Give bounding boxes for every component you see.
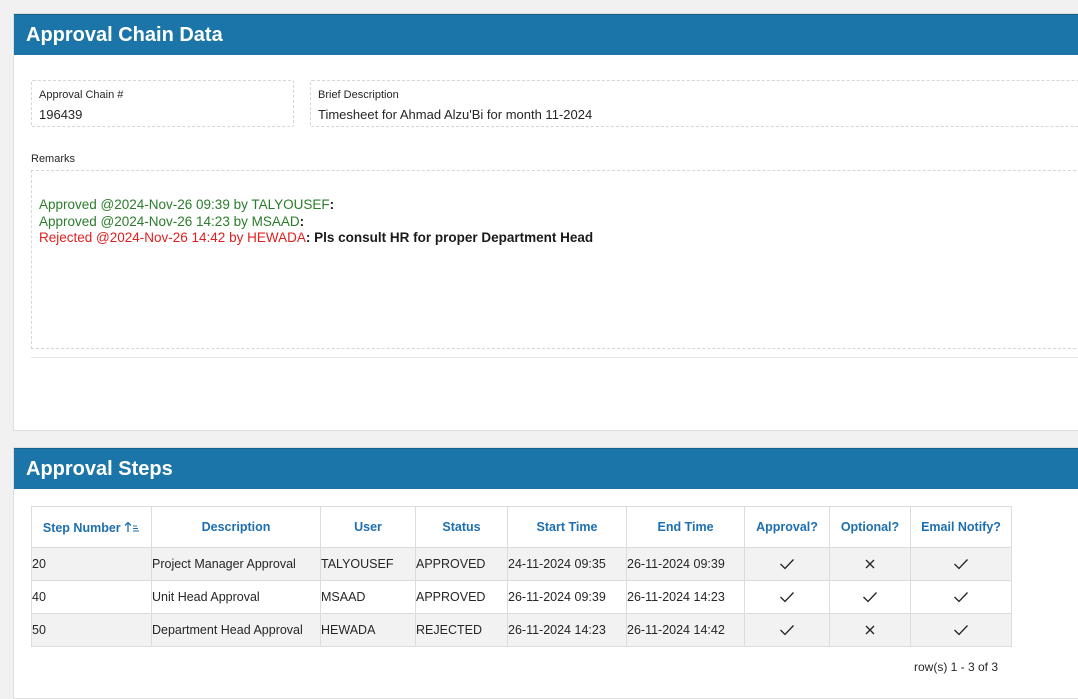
pagination-info: row(s) 1 - 3 of 3 bbox=[914, 660, 999, 674]
column-header-email-notify[interactable]: Email Notify? bbox=[910, 506, 1012, 548]
cell-end-time: 26-11-2024 14:23 bbox=[626, 580, 745, 614]
cell-optional bbox=[829, 613, 911, 647]
column-header-optional[interactable]: Optional? bbox=[829, 506, 911, 548]
cell-end-time: 26-11-2024 14:42 bbox=[626, 613, 745, 647]
check-icon bbox=[954, 625, 968, 636]
approval-chain-number-label: Approval Chain # bbox=[39, 89, 124, 101]
table-header-row: Step Number Description User Status Star… bbox=[31, 506, 1012, 548]
cross-icon bbox=[865, 625, 875, 635]
cell-optional bbox=[829, 547, 911, 581]
cell-step-number: 40 bbox=[31, 580, 152, 614]
check-icon bbox=[780, 592, 794, 603]
check-icon bbox=[863, 592, 877, 603]
approval-chain-header: Approval Chain Data bbox=[14, 14, 1078, 55]
cell-description: Department Head Approval bbox=[151, 613, 321, 647]
cell-approval bbox=[744, 580, 830, 614]
cell-step-number: 20 bbox=[31, 547, 152, 581]
cell-user: TALYOUSEF bbox=[320, 547, 416, 581]
approval-chain-number-field: Approval Chain # 196439 bbox=[31, 80, 294, 127]
column-header-status[interactable]: Status bbox=[415, 506, 508, 548]
brief-description-value: Timesheet for Ahmad Alzu'Bi for month 11… bbox=[318, 107, 593, 122]
column-header-start-time[interactable]: Start Time bbox=[507, 506, 627, 548]
brief-description-field: Brief Description Timesheet for Ahmad Al… bbox=[310, 80, 1078, 127]
sort-ascending-icon[interactable] bbox=[124, 520, 140, 535]
table-row[interactable]: 50 Department Head Approval HEWADA REJEC… bbox=[31, 613, 1012, 647]
cell-description: Unit Head Approval bbox=[151, 580, 321, 614]
cell-optional bbox=[829, 580, 911, 614]
cell-start-time: 26-11-2024 14:23 bbox=[507, 613, 627, 647]
brief-description-label: Brief Description bbox=[318, 89, 399, 101]
cross-icon bbox=[865, 559, 875, 569]
cell-status: APPROVED bbox=[415, 547, 508, 581]
cell-status: APPROVED bbox=[415, 580, 508, 614]
cell-status: REJECTED bbox=[415, 613, 508, 647]
cell-end-time: 26-11-2024 09:39 bbox=[626, 547, 745, 581]
cell-email-notify bbox=[910, 547, 1012, 581]
check-icon bbox=[780, 559, 794, 570]
column-header-approval[interactable]: Approval? bbox=[744, 506, 830, 548]
check-icon bbox=[954, 592, 968, 603]
check-icon bbox=[954, 559, 968, 570]
remarks-label: Remarks bbox=[31, 153, 76, 165]
approval-chain-number-value: 196439 bbox=[39, 107, 83, 122]
cell-start-time: 26-11-2024 09:39 bbox=[507, 580, 627, 614]
check-icon bbox=[780, 625, 794, 636]
remarks-field: Approved @2024-Nov-26 09:39 by TALYOUSEF… bbox=[31, 170, 1078, 349]
remark-line: Approved @2024-Nov-26 14:23 by MSAAD: bbox=[39, 213, 305, 229]
approval-steps-table: Step Number Description User Status Star… bbox=[31, 506, 1012, 647]
remarks-text: Approved @2024-Nov-26 09:39 by TALYOUSEF… bbox=[39, 197, 593, 247]
column-header-description[interactable]: Description bbox=[151, 506, 321, 548]
cell-email-notify bbox=[910, 580, 1012, 614]
cell-user: MSAAD bbox=[320, 580, 416, 614]
cell-description: Project Manager Approval bbox=[151, 547, 321, 581]
remark-line: Approved @2024-Nov-26 09:39 by TALYOUSEF… bbox=[39, 197, 335, 212]
approval-chain-panel: Approval Chain Data Approval Chain # 196… bbox=[13, 13, 1078, 431]
approval-steps-header: Approval Steps bbox=[14, 448, 1078, 489]
column-header-user[interactable]: User bbox=[320, 506, 416, 548]
column-header-step-number[interactable]: Step Number bbox=[31, 506, 152, 548]
remark-line: Rejected @2024-Nov-26 14:42 by HEWADA: P… bbox=[39, 230, 594, 245]
cell-step-number: 50 bbox=[31, 613, 152, 647]
table-row[interactable]: 40 Unit Head Approval MSAAD APPROVED 26-… bbox=[31, 580, 1012, 614]
cell-user: HEWADA bbox=[320, 613, 416, 647]
cell-email-notify bbox=[910, 613, 1012, 647]
cell-approval bbox=[744, 547, 830, 581]
column-header-end-time[interactable]: End Time bbox=[626, 506, 745, 548]
cell-approval bbox=[744, 613, 830, 647]
table-row[interactable]: 20 Project Manager Approval TALYOUSEF AP… bbox=[31, 547, 1012, 581]
cell-start-time: 24-11-2024 09:35 bbox=[507, 547, 627, 581]
approval-steps-panel: Approval Steps Step Number Description U… bbox=[13, 447, 1078, 699]
divider bbox=[31, 357, 1078, 358]
